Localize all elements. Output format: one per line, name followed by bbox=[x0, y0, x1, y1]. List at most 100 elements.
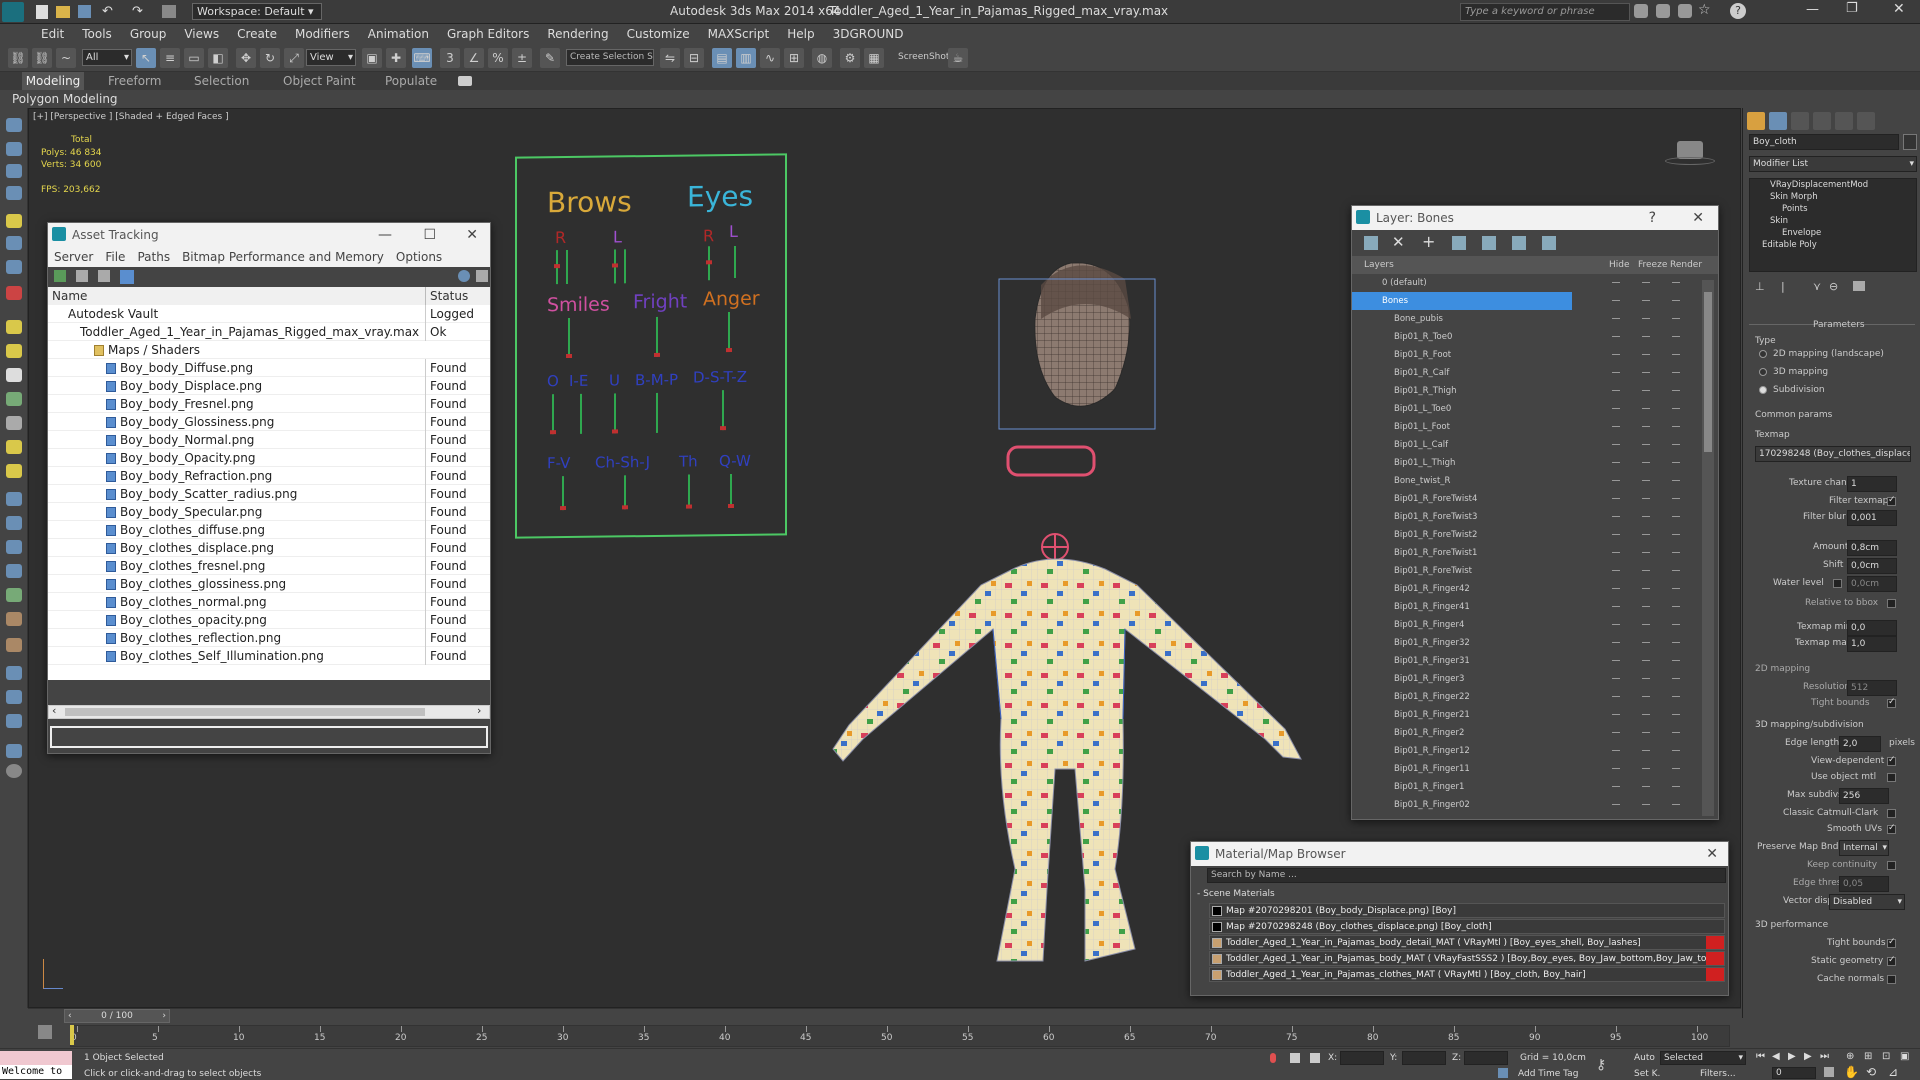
facial-rig-panel[interactable]: Brows Eyes R L R L Smiles Fright Anger O… bbox=[515, 153, 789, 540]
tool-icon-5[interactable] bbox=[6, 214, 22, 228]
add-time-tag[interactable]: Add Time Tag bbox=[1518, 1069, 1578, 1079]
texmap-button[interactable]: 170298248 (Boy_clothes_displace.png) bbox=[1755, 446, 1911, 462]
ribbon-options-icon[interactable] bbox=[458, 76, 472, 86]
refresh-icon[interactable] bbox=[54, 270, 66, 282]
current-frame-field[interactable]: 0 bbox=[1772, 1067, 1816, 1079]
menu-maxscript[interactable]: MAXScript bbox=[699, 24, 779, 44]
key-icon-status[interactable]: ⚷ bbox=[1596, 1057, 1606, 1073]
asset-row[interactable]: Boy_clothes_glossiness.png Found bbox=[48, 575, 490, 593]
asset-row[interactable]: Boy_clothes_diffuse.png Found bbox=[48, 521, 490, 539]
water-level-checkbox[interactable] bbox=[1833, 579, 1842, 588]
screenshot-label[interactable]: ScreenShot bbox=[898, 52, 949, 62]
render-toggle[interactable] bbox=[1672, 750, 1680, 751]
orbit-icon[interactable]: ⟲ bbox=[1866, 1065, 1876, 1079]
tool-icon-21[interactable] bbox=[6, 612, 22, 626]
freeze-toggle[interactable] bbox=[1642, 408, 1650, 409]
y-coord-field[interactable] bbox=[1402, 1051, 1446, 1065]
col-render[interactable]: Render bbox=[1670, 256, 1702, 274]
zoom-extents-icon[interactable]: ⊡ bbox=[1882, 1051, 1890, 1062]
freeze-toggle[interactable] bbox=[1642, 732, 1650, 733]
layer-row[interactable]: Bip01_R_Finger02 bbox=[1352, 796, 1718, 814]
asset-close-button[interactable]: ✕ bbox=[466, 223, 478, 247]
hide-toggle[interactable] bbox=[1612, 408, 1620, 409]
hide-toggle[interactable] bbox=[1612, 588, 1620, 589]
freeze-toggle[interactable] bbox=[1642, 804, 1650, 805]
texture-chan-spinner[interactable]: 1 bbox=[1847, 476, 1897, 492]
hide-toggle[interactable] bbox=[1612, 660, 1620, 661]
menu-rendering[interactable]: Rendering bbox=[538, 24, 617, 44]
cache-normals-checkbox[interactable] bbox=[1887, 975, 1896, 984]
search-input[interactable]: Type a keyword or phrase bbox=[1460, 3, 1630, 21]
freeze-toggle[interactable] bbox=[1642, 660, 1650, 661]
select-by-name-icon[interactable]: ≡ bbox=[160, 48, 180, 68]
pan-icon[interactable]: ✋ bbox=[1844, 1065, 1859, 1079]
render-toggle[interactable] bbox=[1672, 408, 1680, 409]
restore-button[interactable]: ❐ bbox=[1846, 1, 1858, 16]
hide-toggle[interactable] bbox=[1612, 624, 1620, 625]
hide-toggle[interactable] bbox=[1612, 354, 1620, 355]
freeze-toggle[interactable] bbox=[1642, 498, 1650, 499]
asset-row[interactable]: Boy_body_Diffuse.png Found bbox=[48, 359, 490, 377]
render-toggle[interactable] bbox=[1672, 732, 1680, 733]
stack-editable-poly[interactable]: Editable Poly bbox=[1750, 239, 1916, 251]
track-bar-icon[interactable] bbox=[38, 1025, 52, 1039]
preserve-map-dropdown[interactable]: Internal ▾ bbox=[1839, 840, 1889, 856]
type-2d-radio[interactable] bbox=[1759, 350, 1767, 358]
stack-envelope[interactable]: Envelope bbox=[1750, 227, 1916, 239]
layer-row[interactable]: Bip01_R_Finger4 bbox=[1352, 616, 1718, 634]
freeze-toggle[interactable] bbox=[1642, 354, 1650, 355]
render-toggle[interactable] bbox=[1672, 624, 1680, 625]
remove-modifier-icon[interactable]: ⊖ bbox=[1829, 280, 1838, 293]
freeze-toggle[interactable] bbox=[1642, 462, 1650, 463]
render-toggle[interactable] bbox=[1672, 516, 1680, 517]
layer-row[interactable]: Bip01_R_Finger12 bbox=[1352, 742, 1718, 760]
asset-pin-icon[interactable] bbox=[476, 270, 488, 282]
z-coord-field[interactable] bbox=[1464, 1051, 1508, 1065]
hide-all-icon[interactable] bbox=[1512, 236, 1526, 250]
tab-selection[interactable]: Selection bbox=[194, 72, 249, 90]
rig-sliders[interactable] bbox=[517, 155, 789, 540]
tool-icon-2[interactable] bbox=[6, 142, 22, 156]
hide-toggle[interactable] bbox=[1612, 768, 1620, 769]
filter-blur-spinner[interactable]: 0,001 bbox=[1847, 510, 1897, 526]
move-icon[interactable]: ✥ bbox=[236, 48, 256, 68]
asset-row[interactable]: Boy_body_Fresnel.png Found bbox=[48, 395, 490, 413]
freeze-toggle[interactable] bbox=[1642, 480, 1650, 481]
layer-row[interactable]: 0 (default) bbox=[1352, 274, 1718, 292]
scroll-right-icon[interactable]: › bbox=[477, 704, 481, 717]
hide-toggle[interactable] bbox=[1612, 642, 1620, 643]
help-tool-icon[interactable] bbox=[6, 764, 22, 778]
new-layer-icon[interactable] bbox=[1364, 236, 1378, 250]
layer-row[interactable]: Bip01_R_Finger2 bbox=[1352, 724, 1718, 742]
menu-modifiers[interactable]: Modifiers bbox=[286, 24, 359, 44]
type-subdivision-radio[interactable] bbox=[1759, 386, 1767, 394]
menu-customize[interactable]: Customize bbox=[618, 24, 699, 44]
freeze-toggle[interactable] bbox=[1642, 786, 1650, 787]
hide-toggle[interactable] bbox=[1612, 372, 1620, 373]
render-toggle[interactable] bbox=[1672, 534, 1680, 535]
keep-continuity-checkbox[interactable] bbox=[1887, 861, 1896, 870]
shift-spinner[interactable]: 0,0cm bbox=[1847, 558, 1897, 574]
layer-row[interactable]: Bip01_L_Toe0 bbox=[1352, 400, 1718, 418]
layer-row[interactable]: Bip01_R_Calf bbox=[1352, 364, 1718, 382]
freeze-toggle[interactable] bbox=[1642, 390, 1650, 391]
timeline-ruler[interactable]: 0510152025303540455055606570758085909510… bbox=[70, 1025, 1730, 1047]
layer-row[interactable]: Bip01_R_Finger22 bbox=[1352, 688, 1718, 706]
hide-toggle[interactable] bbox=[1612, 480, 1620, 481]
render-toggle[interactable] bbox=[1672, 462, 1680, 463]
use-object-mtl-checkbox[interactable] bbox=[1887, 773, 1896, 782]
window-crossing-icon[interactable]: ◧ bbox=[208, 48, 228, 68]
vector-displ-dropdown[interactable]: Disabled ▾ bbox=[1829, 894, 1905, 910]
tool-icon-25[interactable] bbox=[6, 714, 22, 728]
col-name-header[interactable]: Name bbox=[52, 287, 87, 305]
material-row[interactable]: Toddler_Aged_1_Year_in_Pajamas_body_deta… bbox=[1209, 935, 1725, 950]
hide-toggle[interactable] bbox=[1612, 678, 1620, 679]
angle-snap-icon[interactable]: ∠ bbox=[464, 48, 484, 68]
layer-row[interactable]: Bip01_R_Toe0 bbox=[1352, 328, 1718, 346]
tool-icon-4[interactable] bbox=[6, 186, 22, 200]
water-level-spinner[interactable]: 0,0cm bbox=[1847, 576, 1897, 592]
hide-toggle[interactable] bbox=[1612, 516, 1620, 517]
stack-points[interactable]: Points bbox=[1750, 203, 1916, 215]
modifier-list-dropdown[interactable]: Modifier List ▾ bbox=[1749, 156, 1917, 172]
material-browser-titlebar[interactable]: Material/Map Browser ✕ bbox=[1191, 842, 1728, 866]
